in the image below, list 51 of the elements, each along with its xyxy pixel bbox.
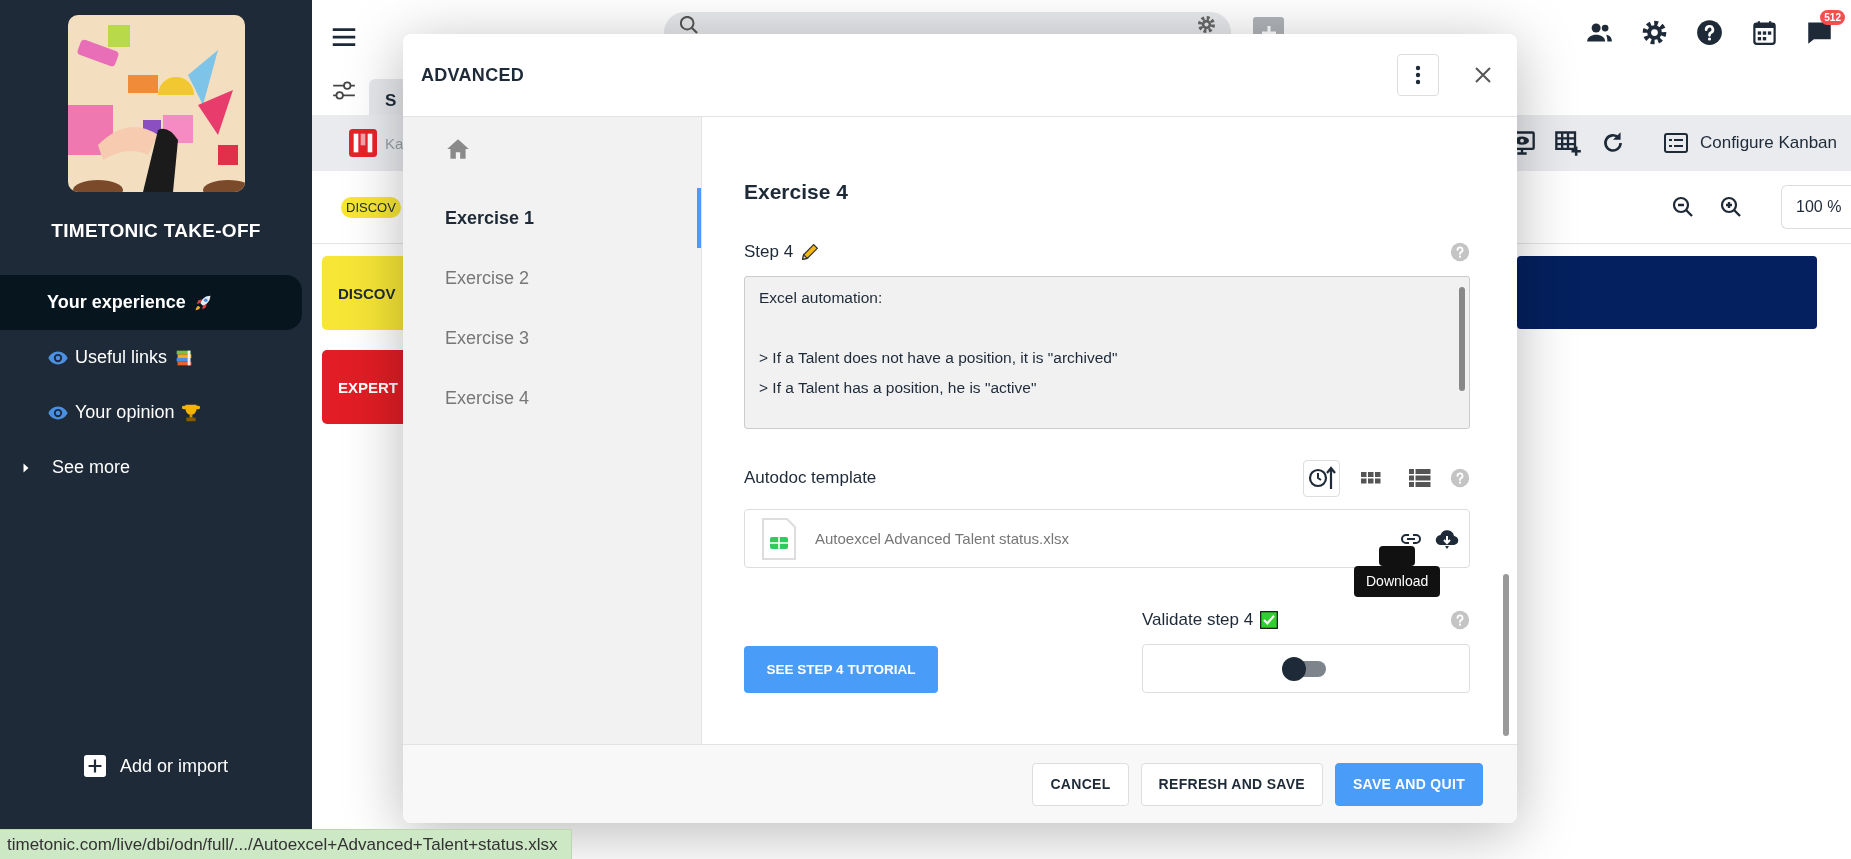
add-button[interactable]: Add or import [79,751,232,781]
help-icon [1450,242,1470,262]
dialog-title: ADVANCED [421,64,525,86]
help-icon[interactable] [1696,19,1723,46]
configure-kanban-button[interactable]: Configure Kanban [1663,133,1837,153]
kebab-icon [1415,65,1421,85]
spreadsheet-file-icon [761,516,797,561]
nav-item[interactable]: Exercise 1 [403,188,701,248]
gear-icon [1198,16,1215,33]
zoom-field[interactable]: 100 % [1781,185,1851,229]
section-heading: Exercise 4 [744,180,849,205]
status-url: timetonic.com/live/dbi/odn/full/.../Autoexcel+Advanced+Talent+status.xlsx [7,834,558,855]
nav-item[interactable]: Exercise 2 [403,248,701,308]
more-button[interactable] [1397,54,1439,96]
clock-arrow-icon [1307,465,1336,491]
table-plus-icon[interactable] [1553,129,1582,157]
filter-tag[interactable]: DISCOV [341,196,401,218]
zoom-in-icon[interactable] [1719,195,1743,219]
search-icon [680,16,698,34]
sidebar-item[interactable]: Your opinion [0,385,302,440]
close-button[interactable] [1473,65,1493,85]
sidebar-item[interactable]: Useful links [0,330,302,385]
workspace-title: TIMETONIC TAKE-OFF [50,220,262,242]
kanban-logo-icon [349,129,377,157]
field-label: Step 4 [744,242,794,262]
file-name[interactable]: Autoexcel Advanced Talent status.xlsx [815,530,1070,547]
tooltip: Download [1354,546,1441,597]
notification-badge: 512 [1820,10,1845,25]
zoom-out-icon[interactable] [1671,195,1695,219]
help-icon [1450,610,1470,630]
checkmark-icon [1259,610,1280,630]
plus-icon [83,755,106,777]
field-label: Autodoc template [744,468,877,488]
sort-by-date-button[interactable] [1303,459,1340,497]
footer-button[interactable]: REFRESH AND SAVE [1140,762,1323,806]
footer-button[interactable]: CANCEL [1032,762,1129,806]
field-label: Validate step 4 [1142,610,1254,630]
calendar-icon[interactable] [1751,19,1778,46]
help-icon [1450,468,1470,488]
grid-icon [1360,472,1381,484]
chat-icon[interactable] [1806,19,1833,46]
settings-icon[interactable] [1641,19,1668,46]
view-label: Ka [385,134,404,152]
close-icon [1473,65,1493,85]
nav-item[interactable]: Exercise 3 [403,308,701,368]
form-icon [1663,133,1688,153]
description-field[interactable]: Excel automation: > If a Talent does not have a position, it is "archived" > If a Talent has a position, he is "active" [744,276,1470,429]
list-icon [1408,469,1431,487]
nav-item[interactable]: Exercise 4 [403,368,701,428]
sidebar-item[interactable]: See more [0,440,302,495]
sidebar-item[interactable]: Your experience [0,275,302,330]
